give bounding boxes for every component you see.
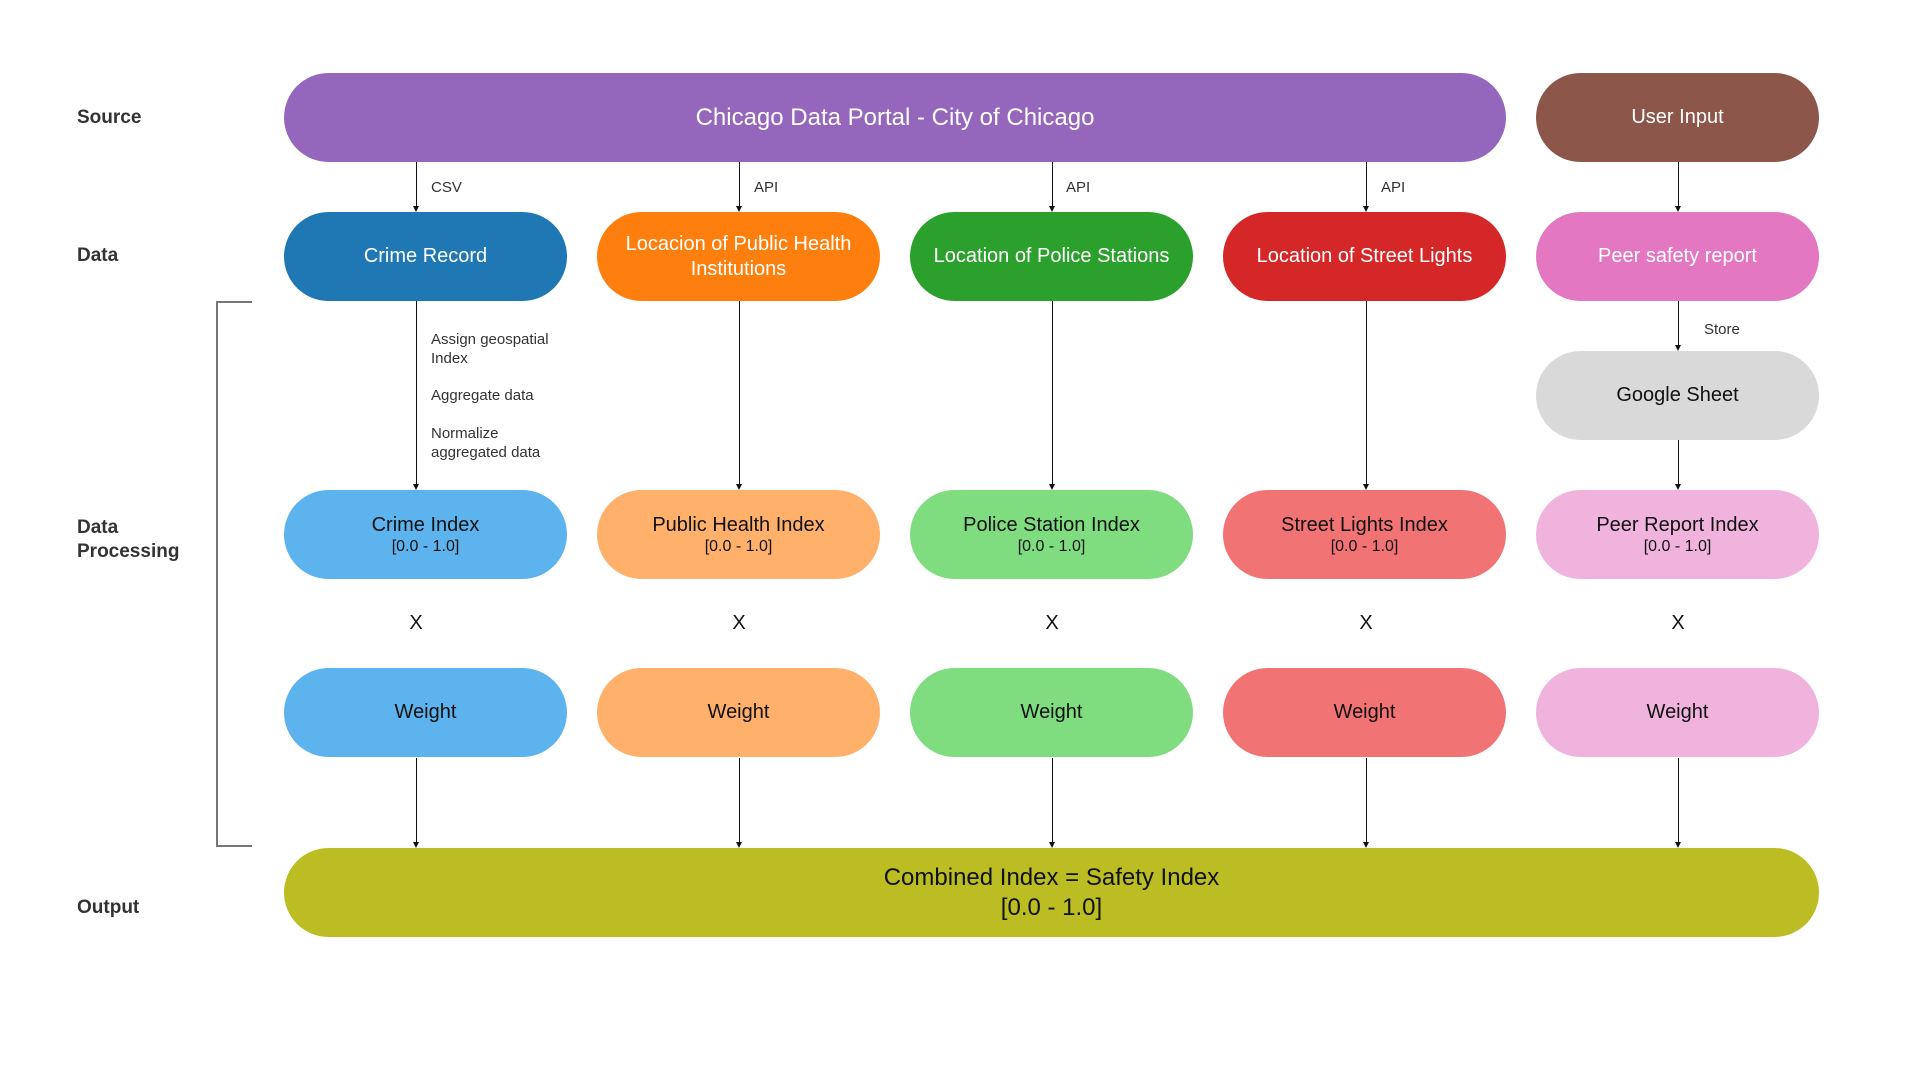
index-node-label: Police Station Index bbox=[963, 514, 1140, 536]
arrow-source-to-data-head bbox=[1363, 206, 1369, 212]
arrow-source-to-data bbox=[1052, 162, 1053, 207]
index-node-range: [0.0 - 1.0] bbox=[704, 538, 773, 555]
weight-node-4[interactable]: Weight bbox=[1536, 668, 1819, 757]
arrow-weight-to-output-head bbox=[413, 842, 419, 848]
index-node-label: Crime Index bbox=[371, 514, 480, 536]
index-node-0[interactable]: Crime Index [0.0 - 1.0] bbox=[284, 490, 567, 579]
arrow-weight-to-output bbox=[1366, 758, 1367, 843]
data-node-0[interactable]: Crime Record bbox=[284, 212, 567, 301]
source-user-input[interactable]: User Input bbox=[1536, 73, 1819, 162]
index-node-range: [0.0 - 1.0] bbox=[1330, 538, 1399, 555]
arrow-data-to-index bbox=[1366, 301, 1367, 485]
data-node-3[interactable]: Location of Street Lights bbox=[1223, 212, 1506, 301]
arrow-data-to-index bbox=[1052, 301, 1053, 485]
google-sheet-node[interactable]: Google Sheet bbox=[1536, 351, 1819, 440]
weight-node-label: Weight bbox=[707, 701, 770, 723]
processing-bracket-bottom bbox=[216, 845, 252, 847]
index-node-4[interactable]: Peer Report Index [0.0 - 1.0] bbox=[1536, 490, 1819, 579]
index-node-label: Public Health Index bbox=[652, 514, 825, 536]
crime-step-normalize: Normalize aggregated data bbox=[431, 425, 541, 461]
arrow-weight-to-output bbox=[739, 758, 740, 843]
index-node-label: Peer Report Index bbox=[1596, 514, 1759, 536]
arrow-peer-to-sheet-head bbox=[1675, 345, 1681, 351]
output-label: Combined Index = Safety Index bbox=[883, 863, 1220, 891]
index-node-label: Street Lights Index bbox=[1281, 514, 1448, 536]
output-range: [0.0 - 1.0] bbox=[1000, 893, 1103, 921]
data-node-label: Peer safety report bbox=[1598, 245, 1757, 267]
index-node-3[interactable]: Street Lights Index [0.0 - 1.0] bbox=[1223, 490, 1506, 579]
arrow-data-to-index bbox=[739, 301, 740, 485]
processing-bracket bbox=[216, 301, 218, 847]
arrow-user-to-peer bbox=[1678, 162, 1679, 207]
arrow-data-to-index-head bbox=[413, 484, 419, 490]
weight-node-label: Weight bbox=[1020, 701, 1083, 723]
index-node-2[interactable]: Police Station Index [0.0 - 1.0] bbox=[910, 490, 1193, 579]
source-user-input-label: User Input bbox=[1631, 106, 1724, 128]
arrow-source-to-data-head bbox=[413, 206, 419, 212]
arrow-user-to-peer-head bbox=[1675, 206, 1681, 212]
data-node-4[interactable]: Peer safety report bbox=[1536, 212, 1819, 301]
weight-node-3[interactable]: Weight bbox=[1223, 668, 1506, 757]
edge-label-csv: CSV bbox=[431, 179, 462, 196]
index-node-range: [0.0 - 1.0] bbox=[1017, 538, 1086, 555]
arrow-sheet-to-index bbox=[1678, 440, 1679, 485]
google-sheet-label: Google Sheet bbox=[1616, 384, 1739, 406]
weight-node-0[interactable]: Weight bbox=[284, 668, 567, 757]
data-node-2[interactable]: Location of Police Stations bbox=[910, 212, 1193, 301]
row-label-source: Source bbox=[77, 107, 142, 128]
arrow-data-to-index-head bbox=[1363, 484, 1369, 490]
index-node-1[interactable]: Public Health Index [0.0 - 1.0] bbox=[597, 490, 880, 579]
data-node-label: Crime Record bbox=[363, 245, 488, 267]
multiply-operator: X bbox=[1359, 612, 1373, 634]
edge-label-api-health: API bbox=[754, 179, 779, 196]
arrow-source-to-data-head bbox=[736, 206, 742, 212]
row-label-data: Data bbox=[77, 245, 119, 266]
output-safety-index[interactable]: Combined Index = Safety Index [0.0 - 1.0… bbox=[284, 848, 1819, 937]
data-node-label: Location of Police Stations bbox=[933, 245, 1170, 267]
arrow-weight-to-output-head bbox=[1675, 842, 1681, 848]
multiply-operator: X bbox=[732, 612, 746, 634]
arrow-data-to-index-head bbox=[1049, 484, 1055, 490]
index-node-range: [0.0 - 1.0] bbox=[1643, 538, 1712, 555]
arrow-data-to-index-head bbox=[736, 484, 742, 490]
arrow-peer-to-sheet bbox=[1678, 301, 1679, 346]
arrow-source-to-data bbox=[1366, 162, 1367, 207]
row-label-output: Output bbox=[77, 897, 140, 918]
arrow-source-to-data bbox=[416, 162, 417, 207]
arrow-sheet-to-index-head bbox=[1675, 484, 1681, 490]
edge-label-store: Store bbox=[1704, 321, 1740, 338]
arrow-weight-to-output-head bbox=[1049, 842, 1055, 848]
weight-node-1[interactable]: Weight bbox=[597, 668, 880, 757]
index-node-range: [0.0 - 1.0] bbox=[391, 538, 460, 555]
arrow-source-to-data-head bbox=[1049, 206, 1055, 212]
data-node-label: Locacion of Public Health Institutions bbox=[625, 232, 852, 280]
weight-node-2[interactable]: Weight bbox=[910, 668, 1193, 757]
arrow-weight-to-output-head bbox=[1363, 842, 1369, 848]
weight-node-label: Weight bbox=[1646, 701, 1709, 723]
multiply-operator: X bbox=[1045, 612, 1059, 634]
data-node-1[interactable]: Locacion of Public Health Institutions bbox=[597, 212, 880, 301]
arrow-weight-to-output bbox=[416, 758, 417, 843]
crime-step-aggregate: Aggregate data bbox=[431, 387, 534, 404]
source-chicago-label: Chicago Data Portal - City of Chicago bbox=[695, 103, 1095, 131]
source-chicago-data-portal[interactable]: Chicago Data Portal - City of Chicago bbox=[284, 73, 1506, 162]
row-label-data-processing: Data Processing bbox=[77, 517, 180, 562]
edge-label-api-lights: API bbox=[1381, 179, 1406, 196]
arrow-data-to-index bbox=[416, 301, 417, 485]
arrow-source-to-data bbox=[739, 162, 740, 207]
weight-node-label: Weight bbox=[394, 701, 457, 723]
data-node-label: Location of Street Lights bbox=[1256, 245, 1473, 267]
weight-node-label: Weight bbox=[1333, 701, 1396, 723]
arrow-weight-to-output bbox=[1678, 758, 1679, 843]
multiply-operator: X bbox=[1671, 612, 1685, 634]
arrow-weight-to-output bbox=[1052, 758, 1053, 843]
crime-step-assign-geospatial: Assign geospatial Index bbox=[431, 331, 549, 367]
arrow-weight-to-output-head bbox=[736, 842, 742, 848]
processing-bracket-top bbox=[216, 301, 252, 303]
multiply-operator: X bbox=[409, 612, 423, 634]
edge-label-api-police: API bbox=[1066, 179, 1091, 196]
